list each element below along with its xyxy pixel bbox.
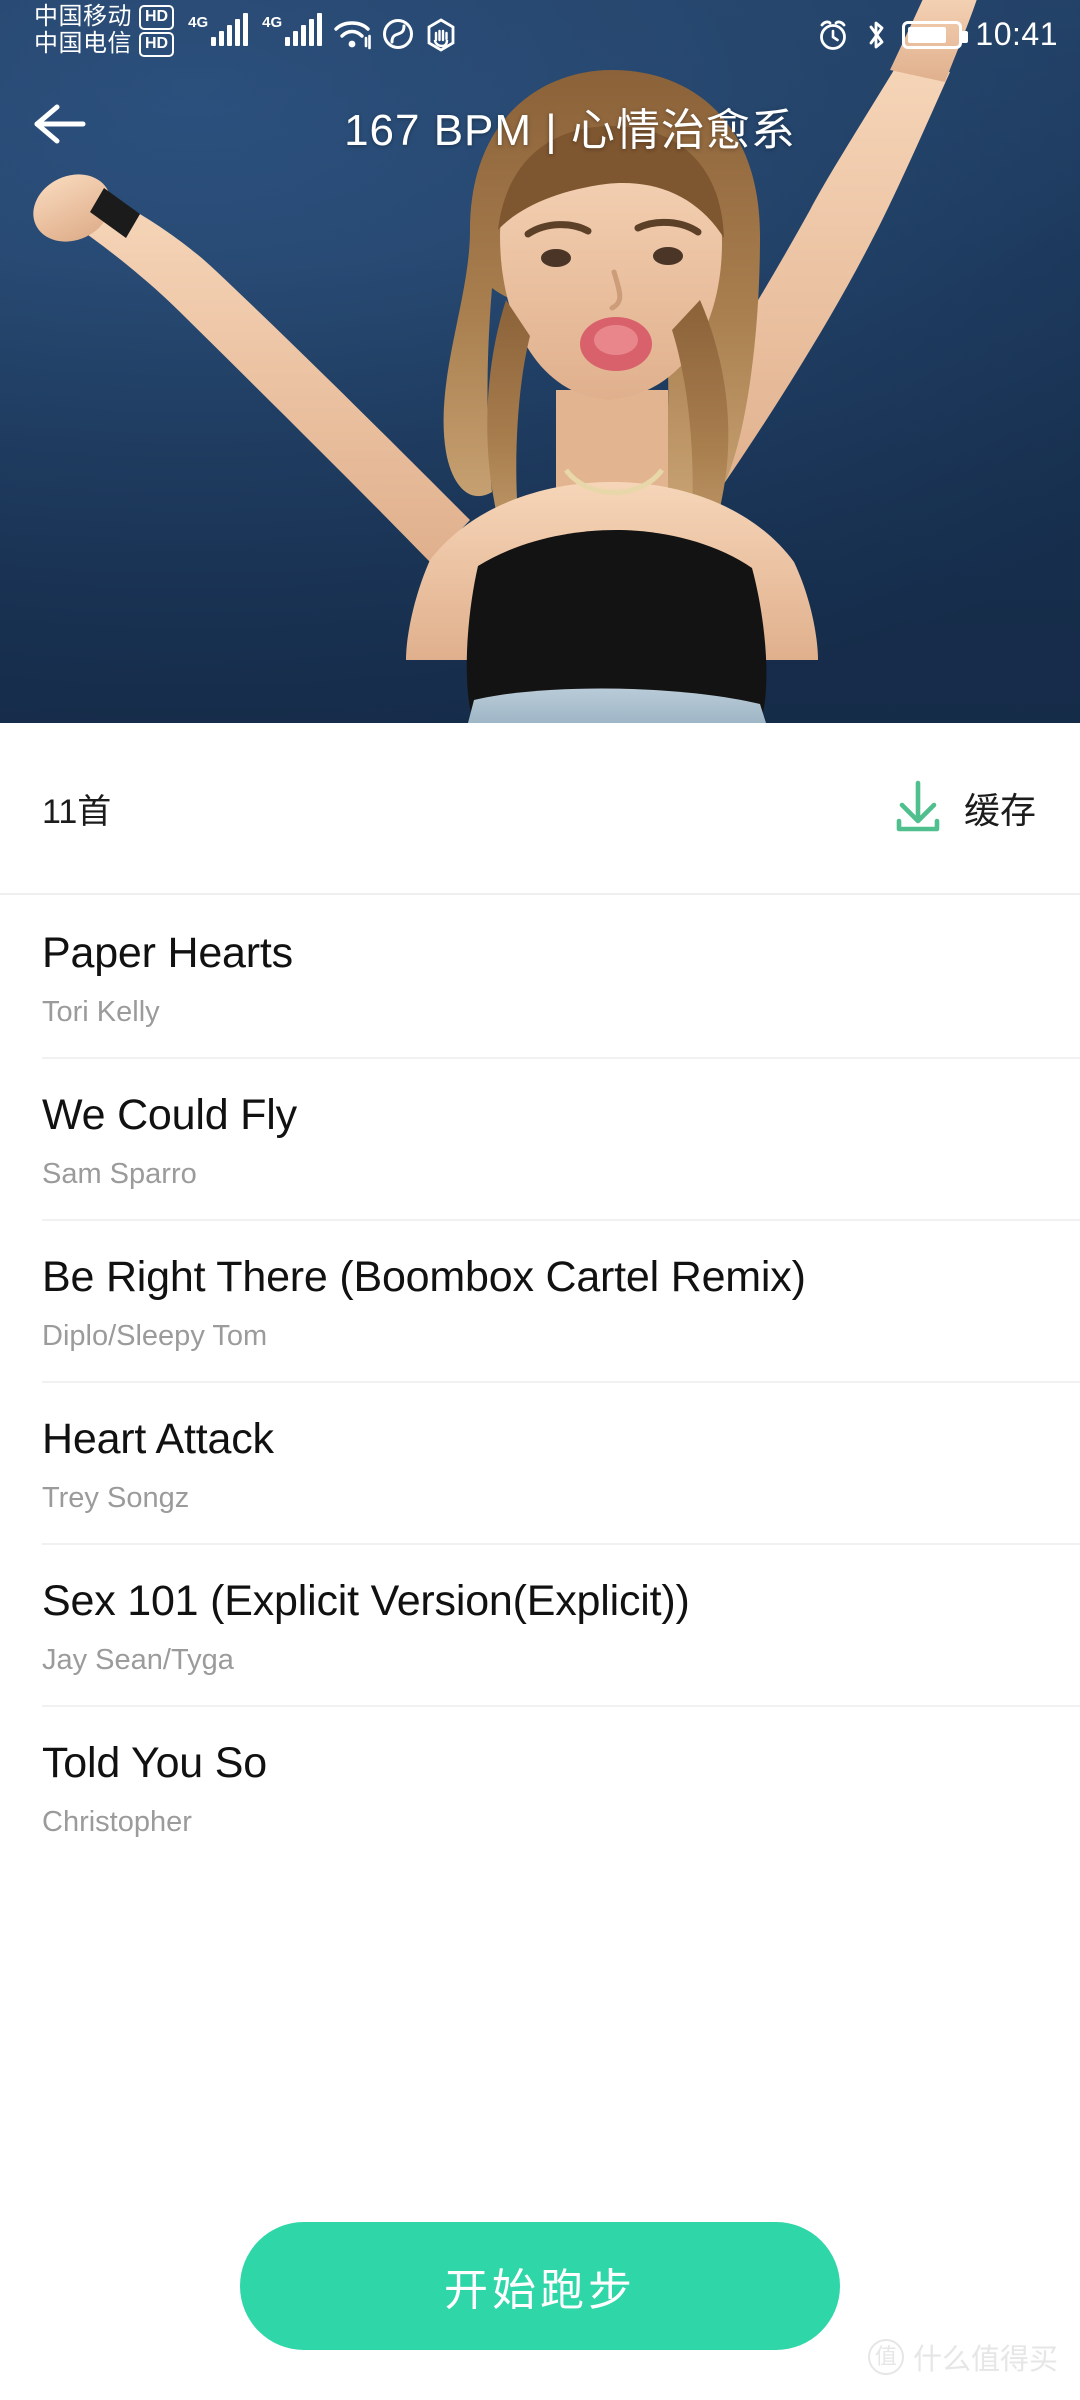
song-title: Be Right There (Boombox Cartel Remix) <box>42 1253 806 1302</box>
page-title: 167 BPM | 心情治愈系 <box>344 106 796 155</box>
status-bar: 中国移动 HD 中国电信 HD 4G 4G 10:41 <box>0 0 1080 72</box>
carrier-secondary-label: 中国电信 <box>34 29 132 57</box>
signal-bars-primary-icon <box>211 12 249 46</box>
song-title: Paper Hearts <box>42 929 293 977</box>
network-type-primary-label: 4G <box>188 14 209 31</box>
song-title: We Could Fly <box>42 1091 297 1140</box>
carrier-secondary-hd-badge: HD <box>139 31 175 57</box>
song-list-item[interactable]: Heart Attack Trey Songz <box>0 1381 1080 1543</box>
app-title-bar: 167 BPM | 心情治愈系 <box>0 72 1080 180</box>
bluetooth-icon <box>863 18 889 52</box>
signal-strength-secondary: 4G <box>262 4 323 46</box>
playlist-meta-row: 11首 缓存 <box>0 723 1080 895</box>
song-artist: Sam Sparro <box>42 1158 197 1191</box>
song-title: Sex 101 (Explicit Version(Explicit)) <box>42 1577 690 1626</box>
song-list[interactable]: Paper Hearts Tori Kelly We Could Fly Sam… <box>0 895 1080 2200</box>
carrier-primary-label: 中国移动 <box>34 3 132 30</box>
back-arrow-icon <box>27 99 93 154</box>
signal-strength-primary: 4G <box>188 4 249 46</box>
song-list-item[interactable]: Told You So Christopher <box>0 1705 1080 1867</box>
wifi-icon <box>332 4 372 50</box>
song-artist: Jay Sean/Tyga <box>42 1644 234 1677</box>
carrier-primary-row: 中国移动 HD <box>34 3 175 31</box>
song-title: Told You So <box>42 1739 267 1788</box>
song-count-label: 11首 <box>42 792 112 831</box>
song-title: Heart Attack <box>42 1415 274 1464</box>
carrier-primary-hd-badge: HD <box>139 4 175 30</box>
do-not-disturb-icon <box>382 4 414 50</box>
song-list-item[interactable]: We Could Fly Sam Sparro <box>0 1057 1080 1219</box>
touch-disabled-icon <box>424 4 458 52</box>
cache-download-button[interactable]: 缓存 <box>890 777 1036 840</box>
footer-action-bar: 开始跑步 <box>0 2200 1080 2400</box>
cache-label: 缓存 <box>963 790 1036 831</box>
network-type-secondary-label: 4G <box>262 14 283 31</box>
song-list-item[interactable]: Be Right There (Boombox Cartel Remix) Di… <box>0 1219 1080 1381</box>
alarm-icon <box>816 18 850 52</box>
carrier-secondary-row: 中国电信 HD <box>34 29 175 58</box>
back-button[interactable] <box>0 72 120 180</box>
signal-bars-secondary-icon <box>285 12 323 46</box>
status-bar-left: 中国移动 HD 中国电信 HD 4G 4G <box>34 3 458 58</box>
clock-label: 10:41 <box>975 16 1058 52</box>
battery-icon <box>902 20 969 49</box>
song-list-item[interactable]: Sex 101 (Explicit Version(Explicit)) Jay… <box>0 1543 1080 1705</box>
song-artist: Trey Songz <box>42 1482 190 1515</box>
status-bar-right: 10:41 <box>816 4 1058 53</box>
start-running-button[interactable]: 开始跑步 <box>240 2222 840 2350</box>
song-artist: Diplo/Sleepy Tom <box>42 1320 268 1353</box>
song-artist: Tori Kelly <box>42 996 160 1029</box>
carrier-info: 中国移动 HD 中国电信 HD <box>34 3 175 58</box>
download-icon <box>890 777 946 840</box>
song-list-item[interactable]: Paper Hearts Tori Kelly <box>0 895 1080 1057</box>
song-artist: Christopher <box>42 1806 192 1839</box>
